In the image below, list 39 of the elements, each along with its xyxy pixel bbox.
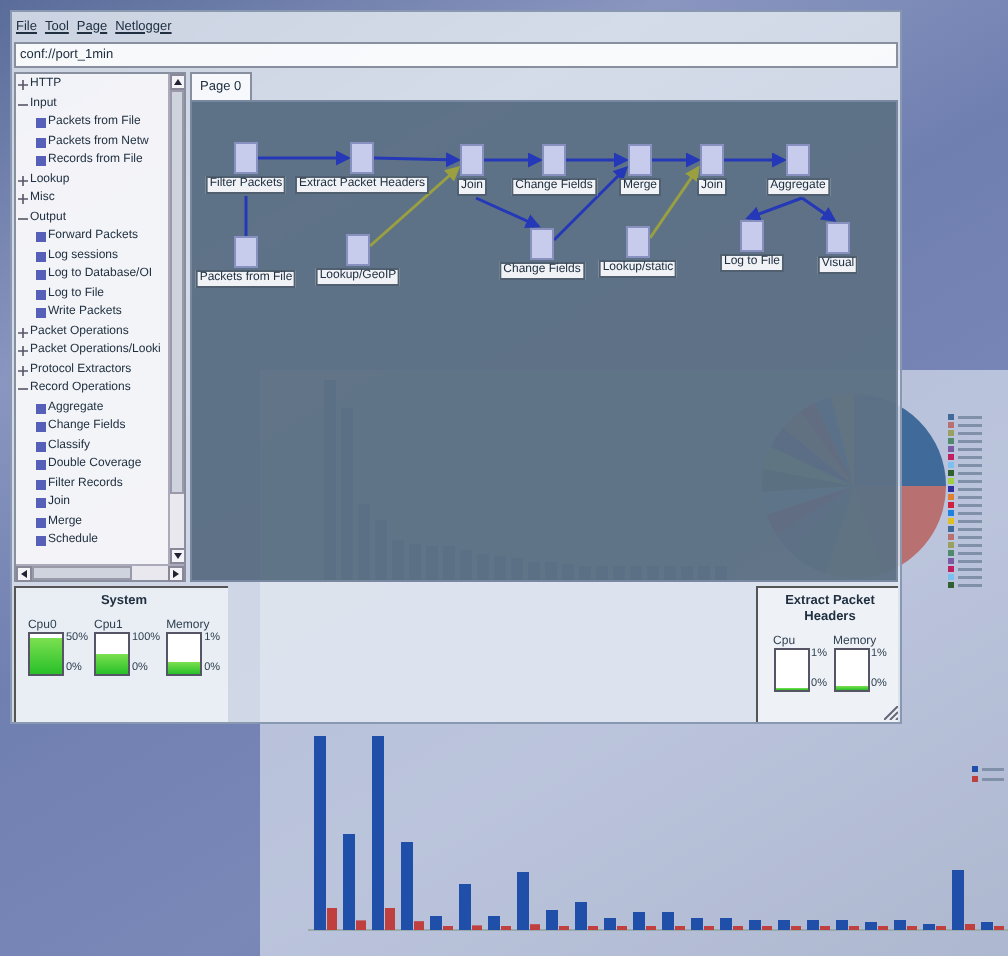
module-icon[interactable]	[234, 142, 258, 174]
module-icon[interactable]	[530, 228, 554, 260]
connector-arrow	[724, 152, 787, 168]
expand-icon[interactable]	[18, 346, 28, 357]
vertical-scrollbar[interactable]	[168, 74, 184, 564]
usage-meter	[27, 632, 64, 676]
scroll-right-icon[interactable]	[168, 566, 184, 582]
module-icon[interactable]	[740, 220, 764, 252]
connector-arrow	[258, 150, 351, 166]
collapse-icon[interactable]	[18, 213, 28, 224]
connector-arrow	[475, 196, 541, 228]
scroll-left-icon[interactable]	[16, 566, 32, 582]
module-icon[interactable]	[626, 226, 650, 258]
usage-meter	[773, 648, 810, 692]
expand-icon[interactable]	[18, 327, 28, 338]
collapse-icon[interactable]	[18, 384, 28, 395]
expand-icon[interactable]	[18, 175, 28, 186]
module-icon[interactable]	[234, 236, 258, 268]
usage-meter	[93, 632, 130, 676]
module-icon[interactable]	[700, 144, 724, 176]
scroll-up-icon[interactable]	[170, 74, 184, 90]
expand-icon[interactable]	[18, 80, 28, 91]
module-icon[interactable]	[628, 144, 652, 176]
horizontal-scrollbar[interactable]	[16, 564, 184, 580]
module-icon[interactable]	[460, 144, 484, 176]
expand-icon[interactable]	[18, 365, 28, 376]
collapse-icon[interactable]	[18, 99, 28, 110]
chart-legend-drawing	[972, 766, 1004, 782]
module-icon[interactable]	[826, 222, 850, 254]
module-icon[interactable]	[542, 144, 566, 176]
resize-grip-icon[interactable]	[884, 706, 898, 720]
usage-meter	[833, 648, 869, 692]
scroll-down-icon[interactable]	[170, 548, 184, 564]
module-icon[interactable]	[786, 144, 810, 176]
usage-meter	[166, 632, 203, 676]
connector-arrow	[484, 152, 543, 168]
module-icon[interactable]	[346, 234, 370, 266]
expand-icon[interactable]	[18, 194, 28, 205]
module-icon[interactable]	[350, 142, 374, 174]
